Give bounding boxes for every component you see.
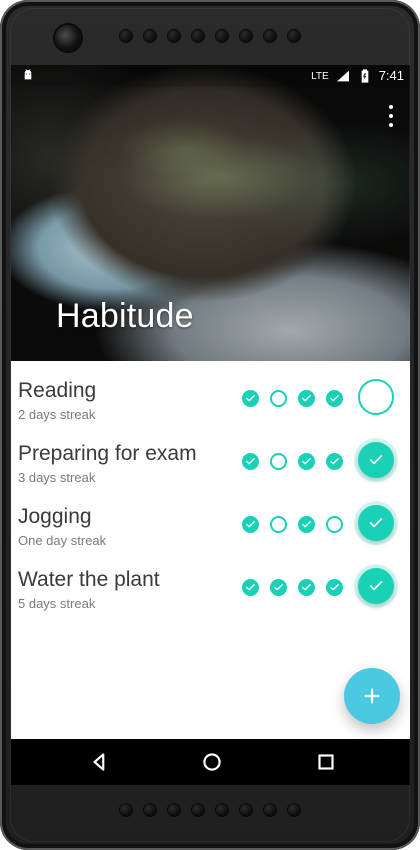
- check-icon: [246, 395, 255, 402]
- check-icon: [246, 521, 255, 528]
- speaker-hole: [168, 804, 180, 816]
- android-icon: [24, 69, 32, 80]
- habit-row[interactable]: Reading 2 days streak: [11, 365, 410, 428]
- habit-streak: 5 days streak: [18, 596, 96, 611]
- habit-name: Jogging: [18, 505, 92, 528]
- history-empty: [326, 516, 343, 533]
- habit-history: [242, 390, 343, 407]
- history-check: [326, 390, 343, 407]
- check-icon: [246, 458, 255, 465]
- habit-name: Water the plant: [18, 568, 160, 591]
- habit-streak: 2 days streak: [18, 407, 96, 422]
- habit-row[interactable]: Jogging One day streak: [11, 491, 410, 554]
- android-nav-bar: [11, 739, 410, 785]
- speaker-hole: [120, 30, 132, 42]
- battery-charging-icon: [361, 69, 369, 83]
- speaker-hole: [120, 804, 132, 816]
- speaker-hole: [240, 804, 252, 816]
- check-icon: [302, 458, 311, 465]
- habit-streak: One day streak: [18, 533, 107, 548]
- history-check: [270, 579, 287, 596]
- plus-icon: [364, 688, 380, 704]
- speaker-hole: [264, 804, 276, 816]
- speaker-hole: [168, 30, 180, 42]
- history-check: [242, 453, 259, 470]
- app-title: Habitude: [56, 297, 194, 335]
- check-icon: [302, 584, 311, 591]
- speaker-hole: [288, 30, 300, 42]
- history-empty: [270, 453, 287, 470]
- speaker-hole: [216, 804, 228, 816]
- check-icon: [369, 581, 383, 591]
- back-icon[interactable]: [87, 749, 113, 775]
- habit-history: [242, 453, 343, 470]
- today-toggle[interactable]: [358, 568, 394, 604]
- history-check: [326, 579, 343, 596]
- check-icon: [369, 518, 383, 528]
- speaker-hole: [288, 804, 300, 816]
- top-speaker-grille: [120, 29, 300, 43]
- habit-name: Preparing for exam: [18, 442, 197, 465]
- status-right-cluster: LTE 7:41: [311, 67, 404, 85]
- bottom-speaker-grille: [120, 803, 300, 817]
- check-icon: [302, 395, 311, 402]
- speaker-hole: [216, 30, 228, 42]
- home-icon[interactable]: [199, 749, 225, 775]
- overflow-menu-icon[interactable]: [384, 105, 398, 127]
- check-icon: [274, 584, 283, 591]
- check-icon: [330, 395, 339, 402]
- speaker-hole: [192, 30, 204, 42]
- overflow-dot: [389, 105, 393, 109]
- history-empty: [270, 390, 287, 407]
- phone-frame: LTE 7:41 Habitude Reading 2 days streak …: [0, 0, 420, 850]
- header-image: LTE 7:41 Habitude: [11, 65, 410, 361]
- status-time: 7:41: [378, 68, 404, 83]
- speaker-hole: [192, 804, 204, 816]
- check-icon: [246, 584, 255, 591]
- history-check: [298, 390, 315, 407]
- habit-row[interactable]: Preparing for exam 3 days streak: [11, 428, 410, 491]
- check-icon: [330, 584, 339, 591]
- overflow-dot: [389, 114, 393, 118]
- status-bar: LTE 7:41: [11, 65, 410, 87]
- history-check: [326, 453, 343, 470]
- today-toggle[interactable]: [358, 505, 394, 541]
- habit-history: [242, 579, 343, 596]
- habit-streak: 3 days streak: [18, 470, 96, 485]
- lte-label: LTE: [311, 71, 329, 82]
- habit-name: Reading: [18, 379, 97, 402]
- history-check: [242, 516, 259, 533]
- history-check: [298, 516, 315, 533]
- speaker-hole: [144, 30, 156, 42]
- today-toggle[interactable]: [358, 442, 394, 478]
- history-empty: [270, 516, 287, 533]
- add-habit-button[interactable]: [344, 668, 400, 724]
- today-toggle[interactable]: [358, 379, 394, 415]
- speaker-hole: [240, 30, 252, 42]
- check-icon: [302, 521, 311, 528]
- history-check: [298, 579, 315, 596]
- habit-history: [242, 516, 343, 533]
- history-check: [298, 453, 315, 470]
- overflow-dot: [389, 123, 393, 127]
- history-check: [242, 390, 259, 407]
- speaker-hole: [144, 804, 156, 816]
- signal-icon: [336, 70, 349, 82]
- check-icon: [330, 458, 339, 465]
- habit-row[interactable]: Water the plant 5 days streak: [11, 554, 410, 617]
- front-camera: [55, 25, 81, 51]
- recents-icon[interactable]: [313, 749, 339, 775]
- speaker-hole: [264, 30, 276, 42]
- app-screen: LTE 7:41 Habitude Reading 2 days streak …: [11, 65, 410, 785]
- history-check: [242, 579, 259, 596]
- check-icon: [369, 455, 383, 465]
- habit-list: Reading 2 days streak Preparing for exam…: [11, 365, 410, 617]
